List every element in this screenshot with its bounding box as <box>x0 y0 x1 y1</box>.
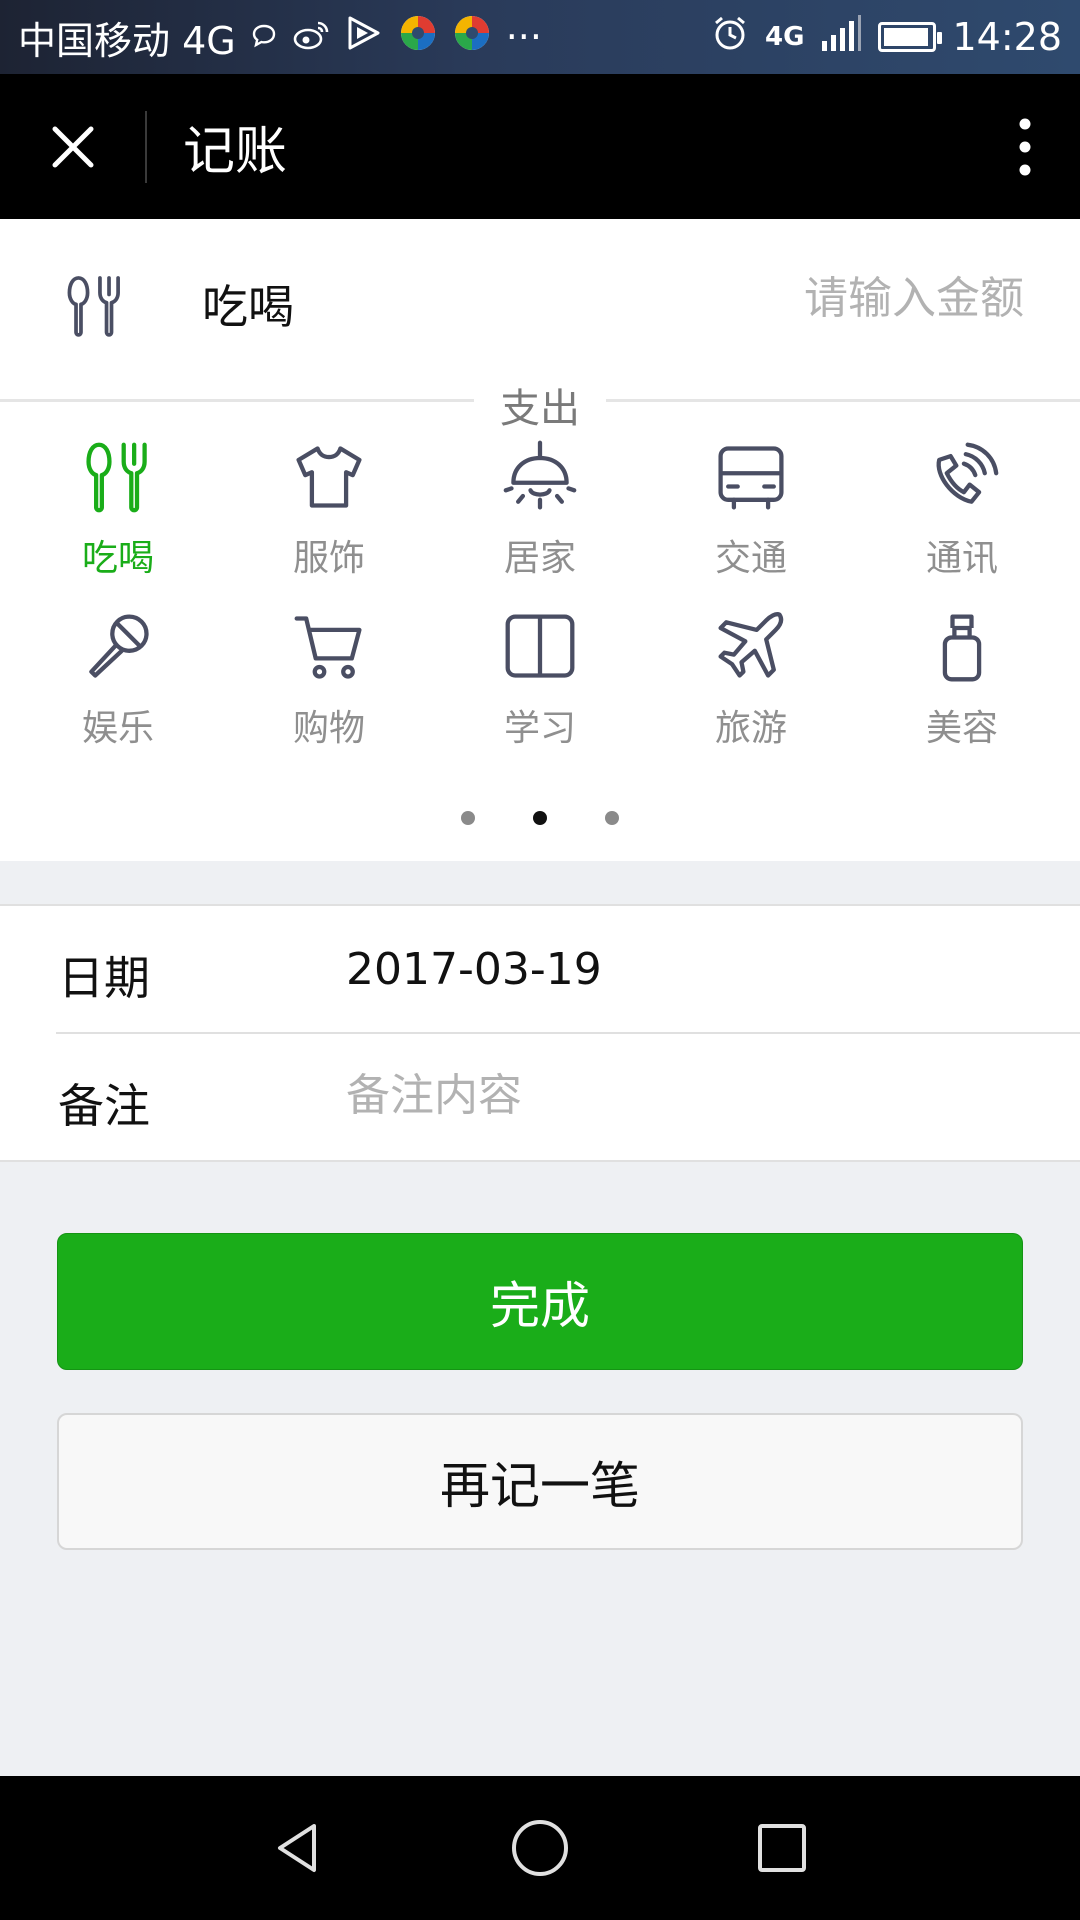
page-dot[interactable] <box>533 811 547 825</box>
app-bar-divider <box>145 110 147 183</box>
nav-home-button[interactable] <box>478 1786 602 1910</box>
category-label: 旅游 <box>714 708 787 749</box>
system-nav-bar <box>0 1776 1080 1920</box>
bottle-icon <box>942 614 982 682</box>
status-bar: 中国移动 4G ··· 4G 14:28 <box>0 0 1080 74</box>
microphone-icon <box>89 614 149 678</box>
category-label: 娱乐 <box>81 708 154 749</box>
details-form: 日期 2017-03-19 备注 <box>0 904 1080 1162</box>
back-icon <box>278 1824 316 1872</box>
app-icon <box>398 13 438 62</box>
signal-icon <box>820 13 862 62</box>
category-label: 服饰 <box>292 538 365 579</box>
page-title: 记账 <box>183 122 288 182</box>
category-label: 购物 <box>292 708 365 749</box>
category-entertainment[interactable]: 娱乐 <box>13 609 224 751</box>
section-label-expense: 支出 <box>474 376 606 434</box>
alarm-icon <box>711 14 749 61</box>
clock: 14:28 <box>952 15 1062 59</box>
date-row[interactable]: 日期 2017-03-19 <box>0 906 1080 1032</box>
category-food[interactable]: 吃喝 <box>13 439 224 581</box>
category-transport[interactable]: 交通 <box>646 439 857 581</box>
category-clothing[interactable]: 服饰 <box>224 439 435 581</box>
category-shopping[interactable]: 购物 <box>224 609 435 751</box>
bus-icon <box>718 446 784 510</box>
category-home[interactable]: 居家 <box>435 439 646 581</box>
recents-icon <box>758 1824 806 1872</box>
tshirt-icon <box>296 446 362 508</box>
page-indicator <box>0 811 1080 825</box>
nav-back-button[interactable] <box>236 1786 360 1910</box>
done-button[interactable]: 完成 <box>57 1233 1023 1370</box>
fork-spoon-icon <box>86 442 147 513</box>
status-bar-right: 4G 14:28 <box>711 13 1062 62</box>
category-travel[interactable]: 旅游 <box>646 609 857 751</box>
category-label: 美容 <box>925 708 998 749</box>
category-label: 吃喝 <box>81 538 154 579</box>
weibo-icon <box>292 15 330 59</box>
more-button[interactable] <box>970 74 1080 219</box>
battery-icon <box>878 22 943 52</box>
category-communication[interactable]: 通讯 <box>857 439 1068 581</box>
status-bar-left: 中国移动 4G ··· <box>18 10 542 65</box>
more-vertical-icon <box>1019 118 1031 175</box>
category-label: 交通 <box>714 538 787 579</box>
app-bar: 记账 <box>0 74 1080 219</box>
category-grid: 吃喝 服饰 居家 交通 通讯 娱乐 购物 学习 旅游 美容 <box>0 439 1080 751</box>
carrier-text: 中国移动 4G <box>18 18 236 63</box>
battery-level <box>884 28 929 46</box>
category-beauty[interactable]: 美容 <box>857 609 1068 751</box>
date-label: 日期 <box>58 951 150 1005</box>
category-label: 学习 <box>503 708 576 749</box>
note-input[interactable] <box>346 1070 1006 1121</box>
video-play-icon <box>344 14 384 61</box>
network-type: 4G <box>765 22 805 52</box>
close-icon <box>52 126 93 167</box>
category-label: 通讯 <box>925 538 998 579</box>
lamp-icon <box>503 440 577 510</box>
close-button[interactable] <box>0 74 145 219</box>
amount-row: 吃喝 <box>0 219 1080 399</box>
home-icon <box>512 1820 568 1876</box>
chat-bubble-icon <box>250 15 278 59</box>
fork-spoon-icon <box>62 269 128 347</box>
amount-input[interactable] <box>664 273 1024 324</box>
page-dot[interactable] <box>461 811 475 825</box>
book-icon <box>505 614 575 678</box>
cart-icon <box>294 616 362 679</box>
category-label: 居家 <box>503 538 576 579</box>
app-icon <box>452 13 492 62</box>
page-dot[interactable] <box>605 811 619 825</box>
category-panel: 支出 吃喝 服饰 居家 交通 通讯 娱乐 购物 学习 旅游 美容 <box>0 376 1080 861</box>
selected-category-label: 吃喝 <box>202 280 294 334</box>
phone-icon <box>936 442 999 504</box>
date-value[interactable]: 2017-03-19 <box>346 944 602 995</box>
airplane-icon <box>718 612 784 678</box>
note-label: 备注 <box>58 1079 150 1133</box>
category-study[interactable]: 学习 <box>435 609 646 751</box>
note-row: 备注 <box>0 1034 1080 1160</box>
more-notifications-indicator: ··· <box>505 15 542 59</box>
record-again-button[interactable]: 再记一笔 <box>57 1413 1023 1550</box>
nav-recents-button[interactable] <box>720 1786 844 1910</box>
